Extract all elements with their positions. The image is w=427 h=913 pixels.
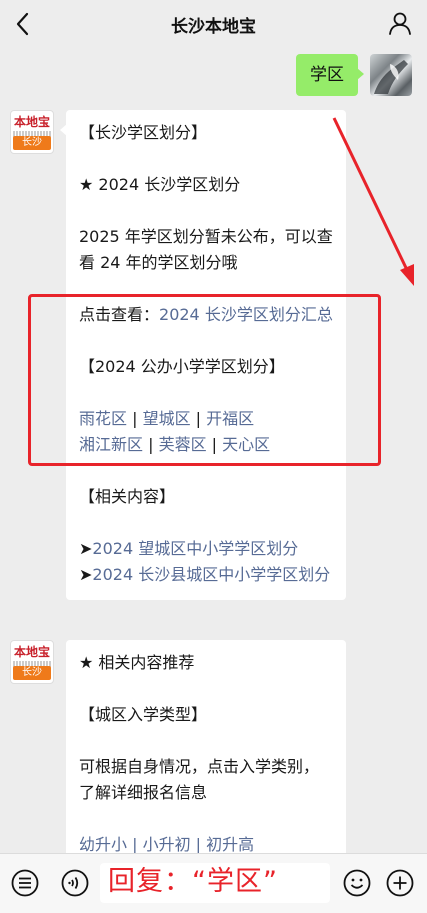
related-link-wangcheng[interactable]: 2024 望城区中小学学区划分 [92,539,298,558]
reply-hint-text: 回复：“学区” [108,866,278,897]
bot-logo-city: 长沙 [13,666,51,680]
bot-message-bubble-1: 【长沙学区划分】 ★ 2024 长沙学区划分 2025 年学区划分暂未公布，可以… [60,110,346,600]
district-links-row-2: 湘江新区 | 芙蓉区 | 天心区 [79,432,333,458]
summary-link[interactable]: 2024 长沙学区划分汇总 [159,305,333,324]
related-link-changsha-county[interactable]: 2024 长沙县城区中小学学区划分 [92,565,330,584]
user-avatar[interactable] [370,54,412,96]
summary-link-prefix: 点击查看： [79,305,160,324]
bot-avatar[interactable]: 本地宝 长沙 [10,640,54,684]
menu-list-icon[interactable] [10,868,40,898]
user-avatar-image [374,60,408,94]
bot-avatar[interactable]: 本地宝 长沙 [10,110,54,154]
district-separator: | [127,409,143,428]
bot-message-bubble-2: ★ 相关内容推荐 【城区入学类型】 可根据自身情况，点击入学类别，了解详细报名信… [66,640,346,880]
user-message-bubble[interactable]: 学区 [296,54,364,96]
message-heading: 【长沙学区划分】 [79,123,208,142]
bottom-input-bar: 回复：“学区” [0,853,427,913]
chat-title: 长沙本地宝 [171,17,256,37]
district-separator: | [206,435,223,454]
admission-type-heading: 【城区入学类型】 [79,705,208,724]
district-links-row-1: 雨花区 | 望城区 | 开福区 [79,406,333,432]
related-item-2: ➤2024 长沙县城区中小学学区划分 [79,562,333,588]
related-item-1: ➤2024 望城区中小学学区划分 [79,536,333,562]
district-link-xiangjiang[interactable]: 湘江新区 [79,435,143,454]
district-link-yuhua[interactable]: 雨花区 [79,409,127,428]
district-link-kaifu[interactable]: 开福区 [206,409,254,428]
voice-icon[interactable] [60,868,90,898]
plus-icon[interactable] [385,868,415,898]
primary-school-heading: 【2024 公办小学学区划分】 [79,357,285,376]
message-notice: 2025 年学区划分暂未公布，可以查看 24 年的学区划分哦 [79,227,333,272]
top-bar: 长沙本地宝 [0,0,427,48]
admission-instruction: 可根据自身情况，点击入学类别，了解详细报名信息 [79,757,320,802]
bullet-arrow-icon: ➤ [79,539,93,558]
profile-icon[interactable] [387,10,413,36]
district-link-furong[interactable]: 芙蓉区 [159,435,207,454]
district-link-wangcheng[interactable]: 望城区 [143,409,191,428]
related-heading: 【相关内容】 [79,487,176,506]
bot-logo-city: 长沙 [13,136,51,150]
summary-link-line: 点击查看：2024 长沙学区划分汇总 [79,302,333,328]
emoji-icon[interactable] [342,868,372,898]
recommend-heading: ★ 相关内容推荐 [79,653,195,672]
district-separator: | [143,435,159,454]
message-subheading: ★ 2024 长沙学区划分 [79,175,241,194]
bullet-arrow-icon: ➤ [79,565,93,584]
district-separator: | [190,409,207,428]
district-link-tianxin[interactable]: 天心区 [222,435,270,454]
